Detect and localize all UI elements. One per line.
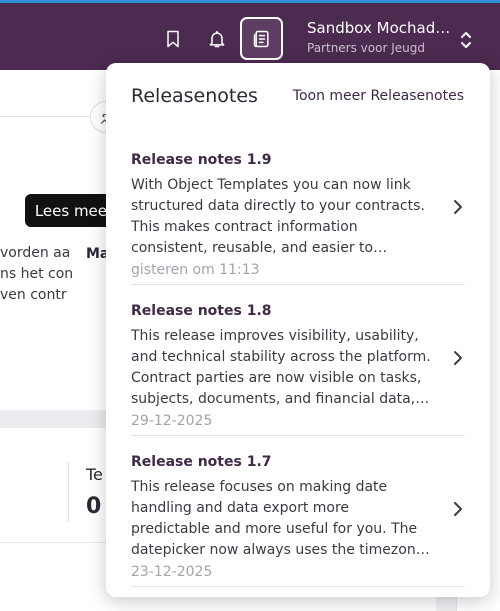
release-note-title: Release notes 1.8	[131, 303, 272, 319]
bookmark-button[interactable]	[158, 23, 188, 55]
background-stat-value: 0	[86, 494, 102, 519]
release-note-date: gisteren om 11:13	[131, 262, 260, 278]
dropdown-header: Releasenotes Toon meer Releasenotes	[106, 63, 490, 129]
account-organisation: Partners voor Jeugd	[307, 41, 425, 55]
bell-icon	[209, 30, 225, 48]
notifications-button[interactable]	[202, 23, 232, 55]
chevron-right-icon	[451, 500, 465, 518]
background-stats-divider	[68, 462, 69, 522]
release-note-summary: This release improves visibility, usabil…	[131, 328, 431, 407]
chevron-right-icon	[451, 349, 465, 367]
show-more-release-notes-link[interactable]: Toon meer Releasenotes	[293, 88, 464, 104]
top-bar: Sandbox Mochadocs Partners voor Jeugd	[0, 0, 500, 70]
chevron-right-icon	[451, 198, 465, 216]
account-switcher[interactable]: Sandbox Mochadocs Partners voor Jeugd	[307, 19, 457, 55]
release-note-title: Release notes 1.7	[131, 454, 272, 470]
chevron-up-down-icon	[461, 32, 471, 48]
background-text-line: ven contr	[0, 287, 67, 303]
release-note-date: 23-12-2025	[131, 564, 213, 580]
background-text-line: vorden aa	[0, 245, 71, 261]
newspaper-icon	[253, 30, 269, 47]
release-note-summary: This release focuses on making date hand…	[131, 479, 425, 558]
bookmark-icon	[167, 30, 179, 48]
account-chevron-button[interactable]	[457, 30, 475, 50]
release-notes-button[interactable]	[240, 17, 283, 60]
release-note-item[interactable]: Release notes 1.9 With Object Templates …	[131, 134, 465, 285]
release-note-title: Release notes 1.9	[131, 152, 272, 168]
background-stat-label: Te	[86, 465, 103, 484]
release-note-summary: With Object Templates you can now link s…	[131, 177, 425, 256]
release-notes-dropdown: Releasenotes Toon meer Releasenotes Rele…	[106, 63, 490, 597]
release-note-item[interactable]: Release notes 1.8 This release improves …	[131, 285, 465, 436]
dropdown-title: Releasenotes	[131, 85, 258, 107]
account-name: Sandbox Mochadocs	[307, 19, 457, 37]
release-note-date: 29-12-2025	[131, 413, 213, 429]
background-text-line: ns het con	[0, 266, 74, 282]
release-note-item[interactable]: Release notes 1.7 This release focuses o…	[131, 436, 465, 587]
